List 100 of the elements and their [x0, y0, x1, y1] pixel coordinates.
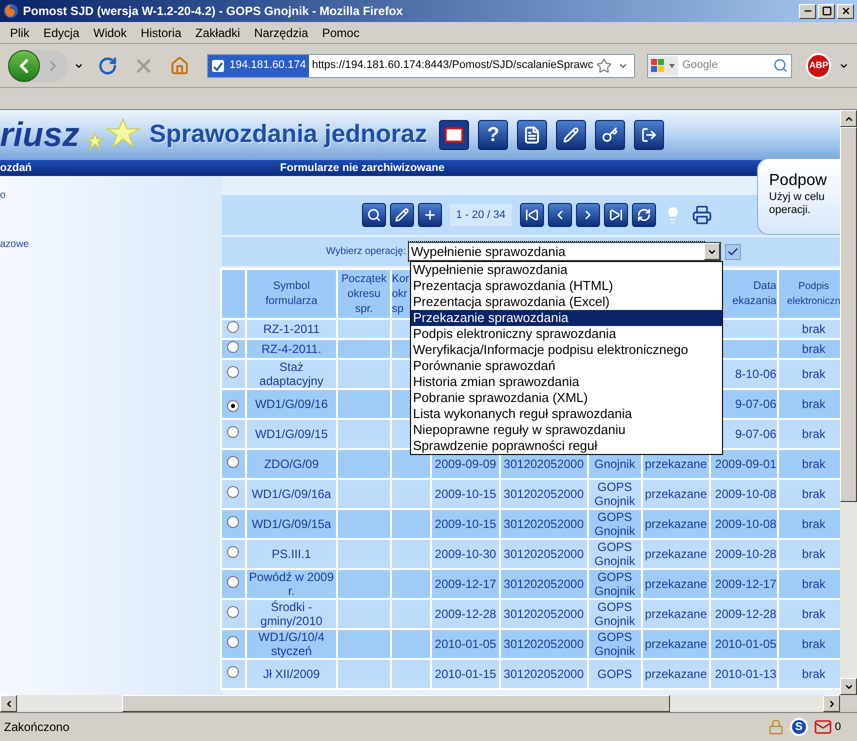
scroll-thumb[interactable] [122, 695, 670, 712]
radio-button[interactable] [227, 606, 240, 618]
browser-logo-icon [3, 3, 19, 19]
radio-button[interactable] [227, 546, 240, 558]
scroll-thumb[interactable] [840, 127, 857, 502]
dropdown-option[interactable]: Sprawdzenie poprawności reguł [411, 438, 722, 454]
radio-button[interactable] [227, 666, 240, 678]
refresh-button[interactable] [632, 203, 656, 227]
sidebar-link[interactable]: azowe [0, 237, 29, 252]
dropdown-option[interactable]: Porównanie sprawozdań [411, 358, 722, 374]
radio-button[interactable] [227, 426, 240, 438]
vertical-scrollbar[interactable] [840, 110, 857, 695]
minimize-button[interactable] [799, 4, 816, 18]
horizontal-scrollbar[interactable] [0, 695, 840, 712]
dropdown-option[interactable]: Lista wykonanych reguł sprawozdania [411, 406, 722, 422]
bookmark-star-icon[interactable] [596, 58, 612, 74]
edit-button[interactable] [556, 120, 586, 150]
dropdown-option[interactable]: Wypełnienie sprawozdania [411, 262, 722, 278]
radio-button[interactable] [227, 366, 240, 378]
search-button[interactable] [362, 203, 386, 227]
select-arrow-button[interactable] [704, 243, 720, 260]
addon-button[interactable]: S [790, 718, 808, 736]
column-header: Podpis elektroniczn [787, 281, 840, 307]
table-cell: Gnojnik [594, 457, 636, 471]
menu-item[interactable]: Historia [134, 24, 188, 42]
back-button[interactable] [8, 50, 40, 82]
table-cell: WD1/G/09/16a [252, 487, 332, 501]
column-header: Początek okresu spr. [341, 272, 387, 314]
site-identity[interactable]: 194.181.60.174 [208, 54, 309, 76]
radio-button[interactable] [227, 400, 240, 412]
mail-button[interactable] [439, 120, 470, 150]
table-cell: RZ-1-2011 [263, 322, 320, 336]
print-icon[interactable] [692, 205, 712, 225]
key-button[interactable] [595, 120, 626, 150]
first-page-button[interactable] [520, 203, 544, 227]
search-field[interactable]: Google [647, 54, 792, 78]
status-text: Zakończono [4, 719, 70, 736]
table-cell: brak [802, 637, 826, 651]
sidebar-link[interactable]: o [0, 188, 6, 203]
radio-button[interactable] [227, 516, 240, 528]
next-page-button[interactable] [576, 203, 600, 227]
operation-select[interactable]: Wypełnienie sprawozdania [408, 242, 721, 261]
search-icon[interactable] [773, 58, 788, 73]
dropdown-option[interactable]: Pobranie sprawozdania (XML) [411, 390, 722, 406]
table-cell: przekazane [644, 487, 707, 501]
maximize-button[interactable] [818, 4, 835, 18]
radio-button[interactable] [227, 456, 240, 468]
table-cell: brak [802, 322, 826, 336]
table-cell: brak [802, 517, 826, 531]
previous-page-button[interactable] [548, 203, 572, 227]
dropdown-option[interactable]: Historia zmian sprawozdania [411, 374, 722, 390]
table-cell: 301202052000 [504, 457, 584, 471]
table-cell: brak [802, 457, 826, 471]
table-cell: GOPS Gnojnik [594, 630, 636, 658]
table-cell: Staż adaptacyjny [259, 360, 324, 388]
table-cell: WD1/G/09/15a [252, 517, 332, 531]
help-button[interactable]: ? [478, 120, 508, 150]
table-cell: PS.III.1 [272, 547, 312, 561]
dropdown-option[interactable]: Weryfikacja/Informacje podpisu elektronicznego [411, 342, 722, 358]
radio-button[interactable] [227, 321, 240, 333]
menu-item[interactable]: Plik [4, 24, 36, 42]
close-button[interactable] [837, 4, 854, 18]
menu-item[interactable]: Edycja [37, 24, 86, 42]
radio-button[interactable] [227, 636, 240, 648]
table-cell: GOPS Gnojnik [594, 540, 636, 568]
menu-item[interactable]: Pomoc [316, 24, 366, 42]
maximize-icon [822, 6, 832, 16]
dropdown-option[interactable]: Prezentacja sprawozdania (HTML) [411, 278, 722, 294]
operation-label: Wybierz operację: [325, 245, 407, 259]
exit-button[interactable] [634, 120, 664, 150]
reload-icon[interactable] [98, 56, 117, 76]
table-cell: 301202052000 [504, 607, 584, 621]
dropdown-option[interactable]: Przekazanie sprawozdania [411, 310, 722, 326]
menu-item[interactable]: Narzędzia [248, 24, 314, 42]
table-cell: brak [802, 547, 826, 561]
table-cell: brak [802, 607, 826, 621]
add-button[interactable] [418, 203, 442, 227]
table-cell: Jł XII/2009 [263, 667, 320, 681]
search-engine-icon [648, 56, 678, 76]
table-cell: WD1/G/10/4 styczeń [258, 630, 324, 658]
table-cell: 301202052000 [504, 517, 584, 531]
table-cell: przekazane [644, 637, 707, 651]
menu-item[interactable]: Zakładki [189, 24, 246, 42]
adblock-button[interactable]: ABP [806, 52, 832, 78]
radio-button[interactable] [227, 486, 240, 498]
column-header: Symbol formularza [265, 280, 318, 307]
radio-button[interactable] [227, 576, 240, 588]
table-cell: 2009-10-08 [715, 517, 776, 531]
dropdown-option[interactable]: Prezentacja sprawozdania (Excel) [411, 294, 722, 310]
logo-text: riusz [0, 118, 80, 152]
dropdown-option[interactable]: Podpis elektroniczny sprawozdania [411, 326, 722, 342]
confirm-button[interactable] [725, 244, 741, 260]
document-button[interactable] [517, 120, 548, 150]
edit-button[interactable] [390, 203, 414, 227]
table-cell: GOPS Gnojnik [594, 570, 636, 598]
dropdown-option[interactable]: Niepoprawne reguły w sprawozdaniu [411, 422, 722, 438]
last-page-button[interactable] [604, 203, 628, 227]
radio-button[interactable] [227, 341, 240, 353]
menu-item[interactable]: Widok [87, 24, 133, 42]
address-bar[interactable]: 194.181.60.174 https://194.181.60.174:8443/Pomost/SJD/scalanieSprawc [207, 54, 636, 78]
